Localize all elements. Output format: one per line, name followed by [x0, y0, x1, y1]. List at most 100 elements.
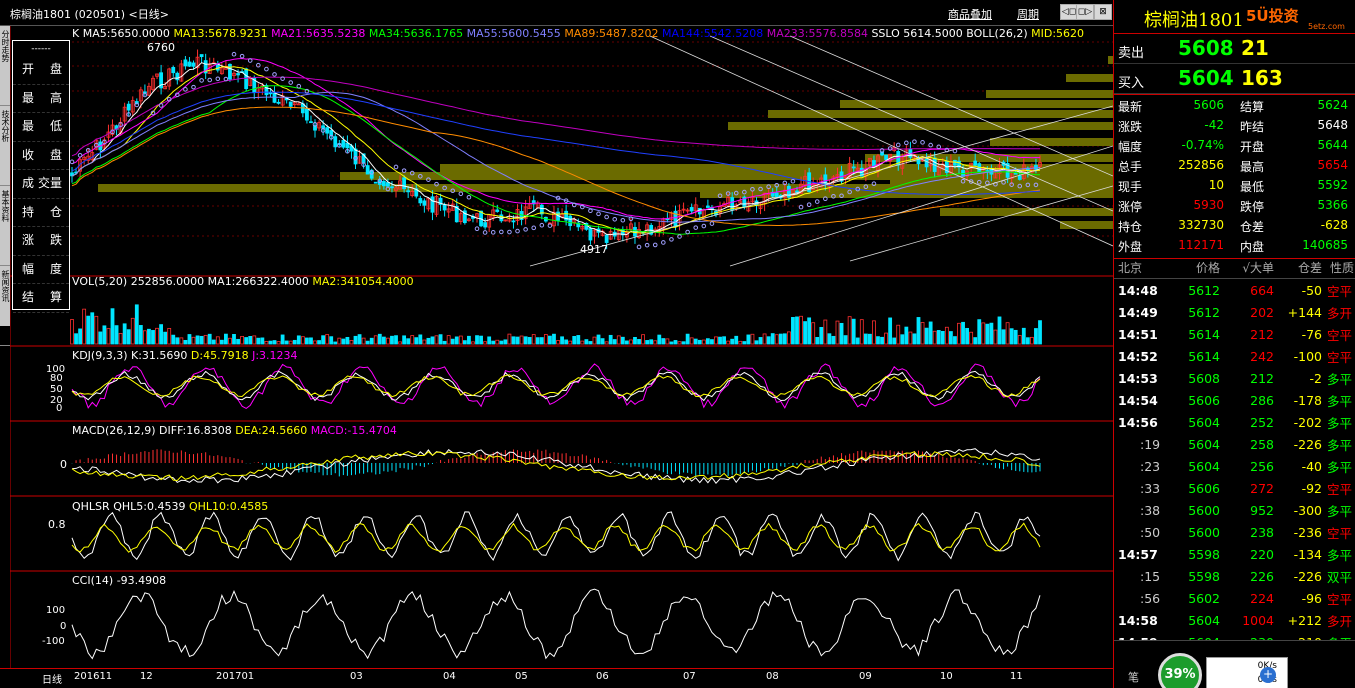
- tab-technical[interactable]: 技术分析: [0, 106, 10, 186]
- volume-bar: [288, 340, 293, 345]
- trade-row[interactable]: 14:53 5608 212 -2 多平: [1114, 367, 1355, 389]
- sar-dot: [515, 228, 520, 234]
- sar-dot: [531, 225, 537, 231]
- volume-bar: [207, 333, 212, 345]
- candle-body: [884, 154, 888, 160]
- trade-volume: 224: [1250, 590, 1274, 606]
- trade-time: 14:49: [1118, 304, 1158, 320]
- volume-bar: [539, 337, 544, 345]
- quote-label: 涨停: [1118, 200, 1143, 214]
- volume-bar: [730, 338, 735, 345]
- candle-body: [199, 54, 204, 58]
- status-side-label: 笔: [1128, 671, 1139, 684]
- volume-bar: [219, 339, 224, 345]
- tab-news[interactable]: 新闻资讯: [0, 266, 10, 346]
- volume-bar: [106, 328, 111, 345]
- trade-row[interactable]: 14:56 5604 252 -202 多平: [1114, 411, 1355, 433]
- price-legend-boll: BOLL(26,2): [966, 27, 1028, 40]
- volume-bar: [831, 335, 836, 345]
- volume-bar: [766, 336, 771, 345]
- volume-bar: [742, 341, 747, 345]
- volume-bar: [1025, 337, 1030, 345]
- trade-row[interactable]: 14:57 5598 220 -134 多平: [1114, 543, 1355, 565]
- sar-dot: [223, 76, 229, 82]
- volume-bar: [791, 317, 795, 345]
- sar-dot: [199, 78, 204, 83]
- chart-area[interactable]: K MA5:5650.0000 MA13:5678.9231 MA21:5635…: [10, 26, 1113, 670]
- trade-oi-change: -92: [1301, 480, 1322, 496]
- trade-row[interactable]: :56 5602 224 -96 空平: [1114, 587, 1355, 609]
- trade-row[interactable]: :38 5600 952 -300 多平: [1114, 499, 1355, 521]
- trade-row[interactable]: 14:49 5612 202 +144 多开: [1114, 301, 1355, 323]
- overlay-commodity-button[interactable]: 商品叠加: [948, 6, 992, 22]
- volume-bar: [673, 340, 678, 345]
- trade-volume: 252: [1250, 414, 1274, 430]
- trade-row[interactable]: :33 5606 272 -92 空平: [1114, 477, 1355, 499]
- trade-time: :23: [1140, 458, 1161, 474]
- volume-bar: [811, 322, 816, 345]
- volume-bar: [70, 319, 74, 345]
- sar-dot: [482, 230, 488, 235]
- volume-bar: [782, 333, 787, 345]
- candle-body: [924, 158, 929, 168]
- trade-row[interactable]: :15 5598 226 -226 双平: [1114, 565, 1355, 587]
- chart-toolbar: 棕榈油1801 (020501) <日线> 商品叠加 周期 ◁◻ ◻▷ ⊠: [0, 0, 1113, 26]
- volume-bar: [705, 338, 710, 345]
- tab-fundamentals[interactable]: 基本资料: [0, 186, 10, 266]
- candle-body: [823, 174, 828, 184]
- sar-dot: [620, 217, 626, 223]
- trade-price: 5614: [1188, 326, 1220, 342]
- trade-row[interactable]: 14:51 5614 212 -76 空平: [1114, 323, 1355, 345]
- volume-bar: [422, 339, 427, 345]
- candle-body: [483, 222, 488, 228]
- volume-bar: [847, 316, 852, 345]
- candle-body: [191, 62, 196, 67]
- volume-bar: [1013, 329, 1018, 345]
- axis-month-11: 11: [1010, 671, 1023, 682]
- axis-month-08: 08: [766, 671, 779, 682]
- trade-row[interactable]: 14:54 5606 286 -178 多平: [1114, 389, 1355, 411]
- trade-time: 14:58: [1118, 612, 1158, 628]
- price-legend-sslo: SSLO 5614.5000: [871, 27, 963, 40]
- volume-bar: [997, 316, 1002, 345]
- trades-list[interactable]: 14:48 5612 664 -50 空平 14:49 5612 202 +144 多开 14:51…: [1114, 279, 1355, 653]
- volume-bar: [102, 325, 107, 345]
- trade-row[interactable]: :50 5600 238 -236 空平: [1114, 521, 1355, 543]
- info-row-open: 开盘: [13, 56, 69, 85]
- candle-body: [321, 125, 326, 129]
- trade-row[interactable]: 14:48 5612 664 -50 空平: [1114, 279, 1355, 301]
- volume-profile-bar: [728, 122, 1113, 130]
- add-icon[interactable]: +: [1260, 667, 1276, 683]
- trade-row[interactable]: :23 5604 256 -40 多平: [1114, 455, 1355, 477]
- tab-intraday[interactable]: 分时走势: [0, 26, 10, 106]
- left-view-tabs: 分时走势 技术分析 基本资料 新闻资讯: [0, 26, 10, 346]
- trade-time: :50: [1140, 524, 1161, 540]
- volume-bar: [778, 333, 783, 345]
- trades-header-bigorder[interactable]: √大单: [1220, 259, 1274, 278]
- volume-bar: [657, 334, 662, 345]
- volume-bar: [114, 325, 119, 345]
- bid-price: 5604: [1178, 66, 1234, 90]
- trade-row[interactable]: :19 5604 258 -226 多平: [1114, 433, 1355, 455]
- trades-header-price[interactable]: 价格: [1172, 259, 1220, 278]
- scroll-right-button[interactable]: ◻▷: [1076, 4, 1094, 20]
- candle-body: [236, 73, 240, 76]
- info-row-high: 最高: [13, 85, 69, 113]
- volume-bar: [863, 333, 868, 345]
- volume-bar: [292, 339, 297, 345]
- volume-bar: [333, 341, 338, 345]
- volume-bar: [1017, 335, 1022, 345]
- sar-dot: [158, 103, 164, 108]
- volume-bar: [305, 337, 309, 345]
- trade-row[interactable]: 14:52 5614 242 -100 空平: [1114, 345, 1355, 367]
- candle-body: [228, 63, 232, 80]
- candle-body: [568, 215, 573, 227]
- trade-row[interactable]: 14:58 5604 1004 +212 多开: [1114, 609, 1355, 631]
- close-panel-button[interactable]: ⊠: [1094, 4, 1112, 20]
- period-button[interactable]: 周期: [1017, 6, 1039, 22]
- sar-dot: [183, 87, 188, 92]
- volume-bar: [552, 333, 556, 345]
- volume-bar: [487, 336, 492, 345]
- candle-body: [604, 234, 609, 243]
- volume-bar: [620, 336, 625, 345]
